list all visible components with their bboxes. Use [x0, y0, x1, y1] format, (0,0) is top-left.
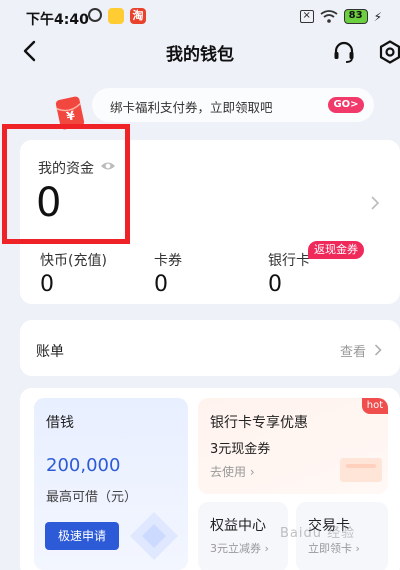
bill-label: 账单: [36, 344, 64, 360]
benefits-card[interactable]: [198, 502, 288, 570]
assets-highlight-box: [2, 124, 130, 244]
promo-banner[interactable]: 绑卡福利支付券，立即领取吧 GO>: [92, 88, 374, 122]
coupons-value[interactable]: 0: [154, 272, 168, 297]
status-notification-icons: 淘: [88, 8, 146, 24]
card-center-subtitle: 立即领卡 ›: [308, 542, 360, 555]
watermark: Baidu 经验: [280, 526, 356, 541]
promo-text: 绑卡福利支付券，立即领取吧: [110, 100, 273, 115]
loan-amount: 200,000: [46, 455, 121, 476]
bank-offer-subtitle: 3元现金券: [210, 442, 271, 457]
kuaibi-value[interactable]: 0: [40, 272, 54, 297]
bank-card-label[interactable]: 银行卡: [268, 250, 310, 270]
coupon-decoration-icon: [340, 458, 382, 482]
sim-icon: ×: [299, 10, 314, 23]
bill-view-link[interactable]: 查看: [340, 341, 366, 360]
benefits-title: 权益中心: [210, 518, 266, 534]
battery-indicator: 83: [343, 9, 368, 24]
alarm-icon: [88, 8, 102, 22]
go-button[interactable]: GO>: [328, 97, 364, 113]
benefits-subtitle: 3元立减券 ›: [210, 542, 269, 555]
loan-title: 借钱: [46, 415, 74, 431]
coupons-label[interactable]: 卡券: [154, 250, 182, 270]
diamond-decoration-icon: [130, 512, 178, 560]
hot-badge: hot: [362, 398, 388, 414]
loan-subtitle: 最高可借（元）: [46, 490, 138, 505]
chevron-right-icon[interactable]: [370, 196, 380, 210]
bank-offer-link-text: 去使用: [210, 465, 247, 479]
bank-offer-link[interactable]: 去使用 ›: [210, 463, 255, 480]
taobao-icon: 淘: [130, 8, 146, 24]
gear-icon[interactable]: [378, 40, 400, 64]
app-notification-icon: [108, 8, 124, 24]
chevron-right-icon[interactable]: [374, 344, 382, 356]
card-center-subtitle-text: 立即领卡: [308, 542, 352, 555]
wifi-icon: [320, 10, 338, 23]
status-time: 下午4:40: [26, 12, 89, 28]
bank-card-value[interactable]: 0: [268, 272, 282, 297]
status-right-icons: × 83 ⚡: [299, 9, 382, 24]
benefits-subtitle-text: 3元立减券: [210, 542, 261, 555]
charging-icon: ⚡: [373, 9, 382, 24]
bank-offer-title: 银行卡专享优惠: [210, 415, 308, 431]
kuaibi-label[interactable]: 快币(充值): [40, 250, 107, 270]
headset-icon[interactable]: [332, 40, 356, 64]
apply-button[interactable]: 极速申请: [45, 522, 119, 550]
cashback-badge: 返现金券: [308, 241, 364, 259]
